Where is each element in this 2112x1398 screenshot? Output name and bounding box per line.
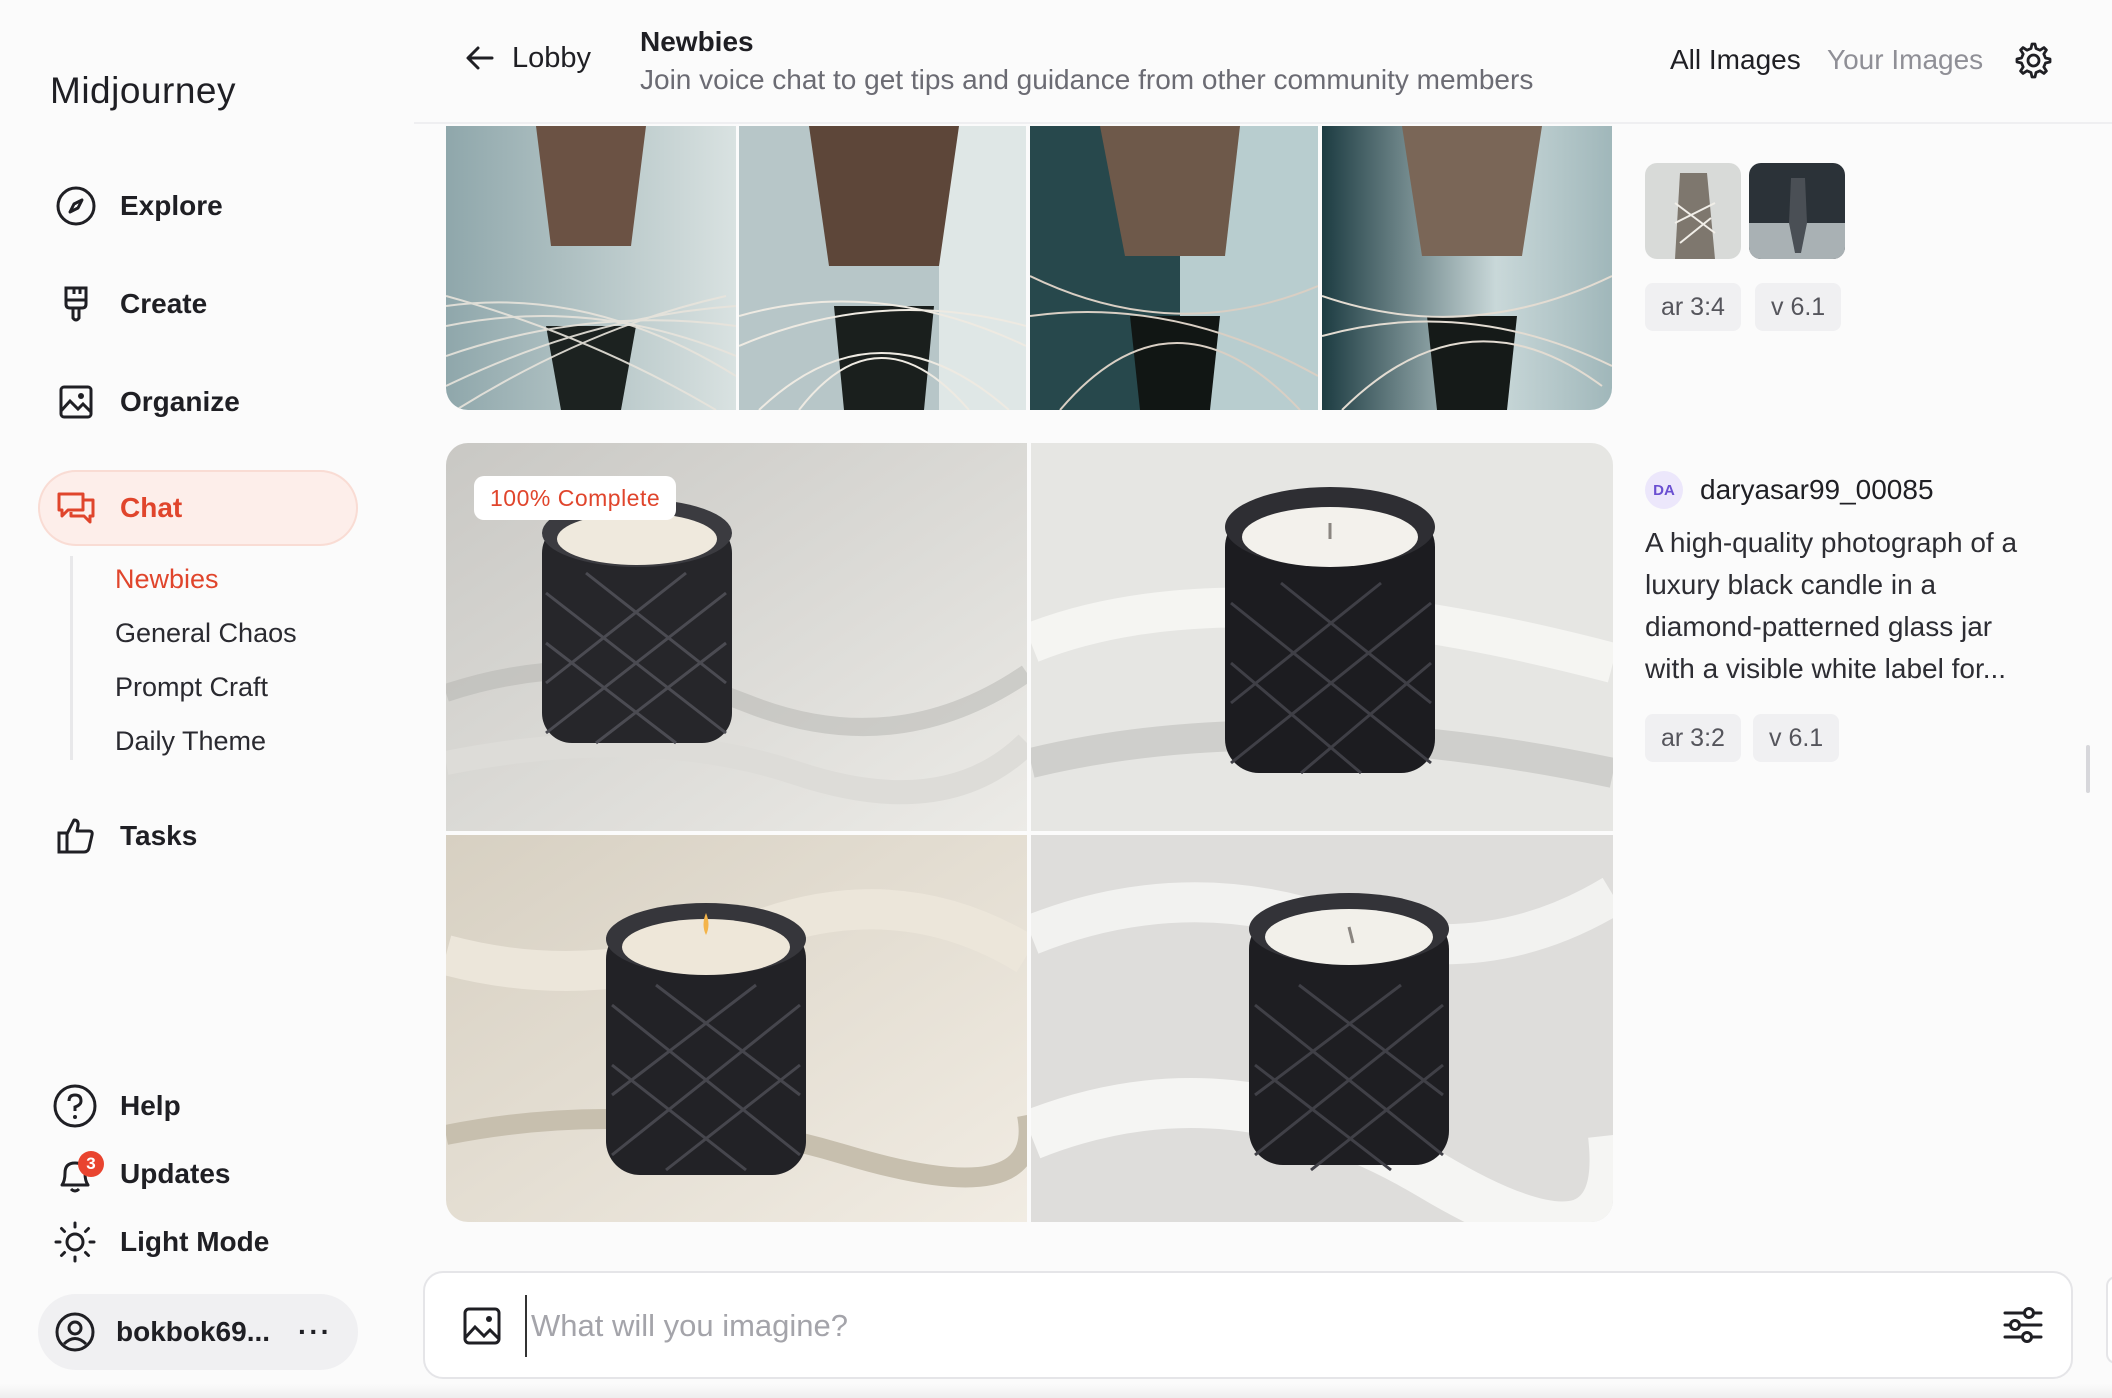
nav-organize-label: Organize [120, 386, 240, 417]
post-username[interactable]: daryasar99_00085 [1700, 474, 1934, 506]
username-label: bokbok69... [116, 1316, 271, 1347]
bottom-edge [0, 1384, 2112, 1398]
updates-button[interactable]: 3 Updates [52, 1146, 230, 1202]
channel-header: Lobby Newbies Join voice chat to get tip… [414, 0, 2112, 124]
tab-your-images[interactable]: Your Images [1827, 44, 1983, 76]
room-general-chaos[interactable]: General Chaos [115, 618, 297, 649]
chat-room-list: Newbies General Chaos Prompt Craft Daily… [70, 556, 297, 760]
sidebar: Midjourney Explore Create Organize Chat … [0, 0, 414, 1398]
light-mode-label: Light Mode [120, 1226, 270, 1257]
scrollbar-thumb[interactable] [2086, 745, 2090, 793]
room-newbies[interactable]: Newbies [115, 564, 219, 595]
settings-sliders-icon[interactable] [2001, 1303, 2045, 1347]
candle-image-3[interactable] [446, 835, 1027, 1222]
side-panel-edge [2106, 1276, 2112, 1364]
image-icon [59, 385, 93, 419]
channel-title: Newbies [640, 26, 754, 57]
sun-icon [54, 1221, 96, 1263]
back-to-lobby-button[interactable]: Lobby [462, 40, 591, 76]
help-button[interactable]: Help [52, 1078, 181, 1134]
compass-icon [56, 186, 96, 226]
brush-icon [64, 286, 88, 322]
updates-badge: 3 [78, 1151, 104, 1177]
candle-image-2[interactable] [1031, 443, 1613, 831]
dress-image-4[interactable] [1322, 126, 1612, 410]
updates-label: Updates [120, 1158, 231, 1189]
chat-icon [57, 492, 95, 524]
nav-explore[interactable]: Explore [38, 168, 358, 244]
reference-thumb-1[interactable] [1645, 163, 1741, 259]
help-label: Help [120, 1090, 181, 1121]
aspect-ratio-tag[interactable]: ar 3:2 [1645, 714, 1741, 762]
room-prompt-craft[interactable]: Prompt Craft [115, 672, 268, 703]
user-account[interactable]: bokbok69... ··· [38, 1294, 358, 1370]
light-mode-toggle[interactable]: Light Mode [52, 1214, 269, 1270]
progress-badge: 100% Complete [474, 476, 677, 520]
dress-image-1[interactable] [446, 126, 736, 410]
reference-thumb-2[interactable] [1749, 163, 1845, 259]
dress-image-3[interactable] [1030, 126, 1318, 410]
prompt-text[interactable]: A high-quality photograph of a luxury bl… [1645, 522, 2045, 690]
more-options-button[interactable]: ··· [298, 1316, 332, 1348]
nav-explore-label: Explore [120, 190, 223, 221]
tab-all-images[interactable]: All Images [1670, 44, 1801, 76]
candle-image-4[interactable] [1031, 835, 1613, 1222]
version-tag[interactable]: v 6.1 [1753, 714, 1840, 762]
nav-chat-label: Chat [120, 492, 183, 523]
nav-organize[interactable]: Organize [38, 364, 358, 440]
channel-description: Join voice chat to get tips and guidance… [640, 64, 1534, 95]
version-tag[interactable]: v 6.1 [1755, 283, 1842, 331]
gear-icon[interactable] [2012, 40, 2052, 80]
user-avatar[interactable]: DA [1645, 471, 1683, 509]
nav-create-label: Create [120, 288, 208, 319]
dress-image-2[interactable] [739, 126, 1026, 410]
nav-create[interactable]: Create [38, 266, 358, 342]
nav-tasks[interactable]: Tasks [38, 798, 358, 874]
nav-chat[interactable]: Chat [38, 470, 358, 546]
nav-tasks-label: Tasks [120, 820, 198, 851]
add-image-icon[interactable] [461, 1305, 503, 1347]
room-daily-theme[interactable]: Daily Theme [115, 726, 266, 757]
arrow-left-icon [466, 46, 494, 70]
back-label: Lobby [512, 41, 592, 74]
thumbs-up-icon [57, 818, 94, 854]
prompt-composer [423, 1271, 2073, 1379]
user-avatar-icon [55, 1312, 95, 1352]
aspect-ratio-tag[interactable]: ar 3:4 [1645, 283, 1741, 331]
brand-logo[interactable]: Midjourney [50, 70, 236, 112]
prompt-input[interactable] [525, 1295, 1825, 1357]
question-icon [53, 1084, 97, 1128]
